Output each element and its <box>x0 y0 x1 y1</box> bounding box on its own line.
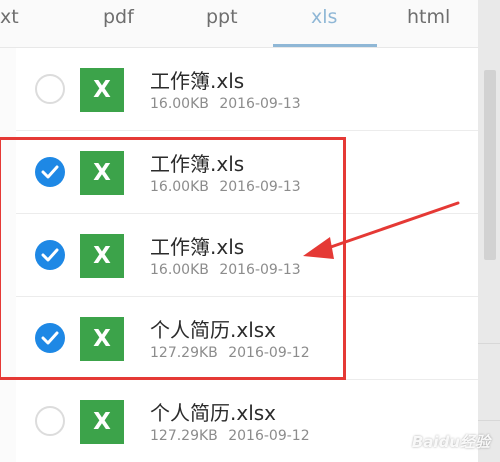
excel-file-icon: X <box>80 68 124 112</box>
scrollbar[interactable] <box>484 70 496 260</box>
file-size: 16.00KB <box>150 96 209 112</box>
empty-circle-icon[interactable] <box>35 74 65 104</box>
list-item[interactable]: X 个人简历.xlsx 127.29KB 2016-09-12 <box>16 297 478 380</box>
file-meta: 16.00KB 2016-09-13 <box>150 179 301 195</box>
list-item[interactable]: X 工作簿.xls 16.00KB 2016-09-13 <box>16 131 478 214</box>
file-date: 2016-09-12 <box>228 428 310 444</box>
excel-file-icon: X <box>80 400 124 444</box>
list-item[interactable]: X 工作簿.xls 16.00KB 2016-09-13 <box>16 48 478 131</box>
file-meta: 127.29KB 2016-09-12 <box>150 428 310 444</box>
file-size: 16.00KB <box>150 262 209 278</box>
file-meta: 16.00KB 2016-09-13 <box>150 96 301 112</box>
checkmark-circle-icon[interactable] <box>35 240 65 270</box>
side-divider <box>478 420 500 421</box>
excel-file-icon: X <box>80 234 124 278</box>
list-item[interactable]: X 个人简历.xlsx 127.29KB 2016-09-12 <box>16 380 478 462</box>
tab-html[interactable]: html <box>407 6 450 28</box>
list-item[interactable]: X 工作簿.xls 16.00KB 2016-09-13 <box>16 214 478 297</box>
tab-xls[interactable]: xls <box>311 6 337 28</box>
file-date: 2016-09-13 <box>219 96 301 112</box>
side-divider <box>478 343 500 344</box>
excel-file-icon: X <box>80 317 124 361</box>
file-type-tab-bar: xt pdf ppt xls html <box>0 0 478 48</box>
checkmark-circle-icon[interactable] <box>35 157 65 187</box>
file-name: 工作簿.xls <box>150 152 245 176</box>
file-size: 127.29KB <box>150 345 218 361</box>
active-tab-indicator <box>273 44 377 47</box>
empty-circle-icon[interactable] <box>35 406 65 436</box>
file-name: 个人简历.xlsx <box>150 401 277 425</box>
file-date: 2016-09-13 <box>219 179 301 195</box>
file-name: 工作簿.xls <box>150 69 245 93</box>
file-size: 16.00KB <box>150 179 209 195</box>
file-meta: 127.29KB 2016-09-12 <box>150 345 310 361</box>
file-date: 2016-09-12 <box>228 345 310 361</box>
file-list: X 工作簿.xls 16.00KB 2016-09-13 X 工作簿.xls 1… <box>16 48 478 462</box>
tab-txt[interactable]: xt <box>0 6 19 28</box>
checkmark-circle-icon[interactable] <box>35 323 65 353</box>
file-size: 127.29KB <box>150 428 218 444</box>
file-name: 个人简历.xlsx <box>150 318 277 342</box>
file-picker-screen: xt pdf ppt xls html X 工作簿.xls 16.00KB 20… <box>0 0 500 462</box>
excel-file-icon: X <box>80 151 124 195</box>
file-meta: 16.00KB 2016-09-13 <box>150 262 301 278</box>
tab-pdf[interactable]: pdf <box>103 6 134 28</box>
tab-ppt[interactable]: ppt <box>206 6 238 28</box>
file-name: 工作簿.xls <box>150 235 245 259</box>
file-date: 2016-09-13 <box>219 262 301 278</box>
